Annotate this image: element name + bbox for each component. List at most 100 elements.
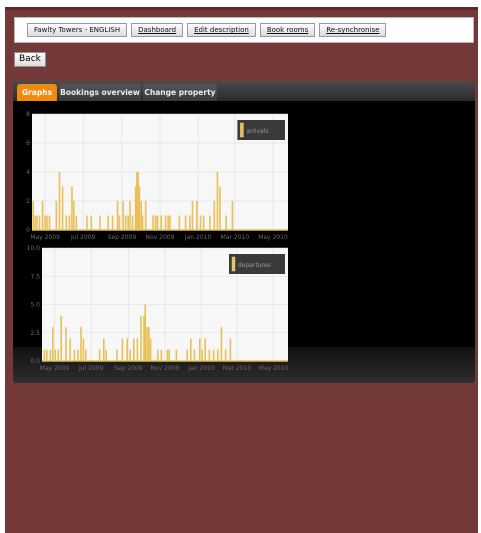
data-bar <box>199 338 201 361</box>
data-bar <box>41 201 44 230</box>
x-tick-label: Sep 2009 <box>114 365 143 372</box>
data-bar <box>65 327 67 361</box>
data-bar <box>196 201 198 230</box>
chart-legend: departures <box>229 254 285 274</box>
data-bar <box>124 215 127 230</box>
data-bar <box>191 201 194 230</box>
y-tick-label: 8 <box>26 111 30 118</box>
data-bar <box>131 215 134 230</box>
data-bar <box>34 215 36 230</box>
data-bar <box>32 201 35 230</box>
data-bar <box>217 349 219 361</box>
y-tick-label: 5.0 <box>30 302 40 309</box>
y-tick-label: 10.0 <box>27 245 41 252</box>
data-bar <box>126 338 128 361</box>
data-bar <box>184 215 187 230</box>
y-tick-label: 2.5 <box>30 330 40 337</box>
data-bar <box>48 215 51 230</box>
data-bar <box>168 349 170 361</box>
data-bar <box>65 215 68 230</box>
data-bar <box>55 201 58 230</box>
data-bar <box>60 315 62 361</box>
x-tick-label: Nov 2009 <box>146 234 175 241</box>
y-tick-label: 2 <box>26 198 30 205</box>
data-bar <box>224 349 227 361</box>
data-bar <box>141 215 144 230</box>
data-bar <box>148 327 150 361</box>
data-bar <box>54 349 56 361</box>
data-bar <box>146 327 148 361</box>
data-bar <box>44 215 46 230</box>
data-bar <box>80 327 82 361</box>
data-bar <box>175 349 178 361</box>
data-bar <box>86 215 88 230</box>
data-bar <box>189 215 191 230</box>
x-tick-label: May 2010 <box>258 234 288 241</box>
data-bar <box>220 327 223 361</box>
data-bar <box>178 215 181 230</box>
x-tick-label: Sep 2009 <box>108 234 137 241</box>
legend-label: departures <box>238 262 271 269</box>
data-bar <box>140 315 142 361</box>
data-bar <box>52 327 54 361</box>
data-bar <box>152 215 154 230</box>
data-bar <box>201 349 203 361</box>
data-bar <box>68 215 71 230</box>
data-bar <box>166 349 169 361</box>
data-bar <box>208 349 211 361</box>
data-bar <box>127 215 129 230</box>
data-bar <box>190 338 192 361</box>
data-bar <box>36 215 38 230</box>
departures-chart: 0.0 2.5 5.0 7.5 10.0 May 2009 Jul 2009 Sep 2009… <box>27 245 289 372</box>
data-bar <box>154 215 157 230</box>
data-bar <box>82 338 85 361</box>
data-bar <box>169 215 171 230</box>
data-bar <box>43 349 46 361</box>
data-bar <box>225 215 227 230</box>
data-bar <box>118 215 121 230</box>
x-tick-label: May 2009 <box>30 234 60 241</box>
chart-legend: arrivals <box>237 120 285 140</box>
legend-swatch <box>231 256 236 272</box>
data-bar <box>144 304 146 361</box>
x-tick-label: Jan 2010 <box>184 234 212 241</box>
data-bar <box>85 349 87 361</box>
data-bar <box>107 215 109 230</box>
data-bar <box>73 201 75 230</box>
data-bar <box>138 186 141 230</box>
booking-charts: 0 2 4 6 8 May 2009 Jul 2009 Sep 2009 Nov 2009 Jan… <box>26 111 289 372</box>
data-bar <box>231 201 234 230</box>
data-bar <box>129 349 131 361</box>
y-tick-label: 0 <box>26 227 30 234</box>
data-bar <box>116 349 118 361</box>
data-bar <box>46 349 48 361</box>
data-bar <box>136 338 139 361</box>
data-bar <box>204 338 206 361</box>
x-tick-label: Jul 2009 <box>78 365 104 372</box>
data-bar <box>90 215 93 230</box>
data-bar <box>75 215 78 230</box>
legend-swatch <box>240 122 244 138</box>
data-bar <box>57 349 59 361</box>
data-bar <box>49 349 52 361</box>
x-tick-label: Jan 2010 <box>187 365 215 372</box>
data-bar <box>144 201 147 230</box>
data-bar <box>71 186 73 230</box>
data-bar <box>73 349 76 361</box>
data-bar <box>121 338 124 361</box>
data-bar <box>38 215 41 230</box>
data-bar <box>46 215 48 230</box>
x-tick-label: Nov 2009 <box>151 365 180 372</box>
data-bar <box>160 349 163 361</box>
data-bar <box>160 215 163 230</box>
data-bar <box>213 201 216 230</box>
x-tick-label: Mar 2010 <box>221 234 250 241</box>
data-bar <box>167 215 169 230</box>
data-bar <box>133 338 135 361</box>
x-tick-label: Jul 2009 <box>70 234 96 241</box>
data-bar <box>99 215 101 230</box>
data-bar <box>209 215 211 230</box>
data-bar <box>186 349 188 361</box>
data-bar <box>212 349 215 361</box>
data-bar <box>157 349 159 361</box>
